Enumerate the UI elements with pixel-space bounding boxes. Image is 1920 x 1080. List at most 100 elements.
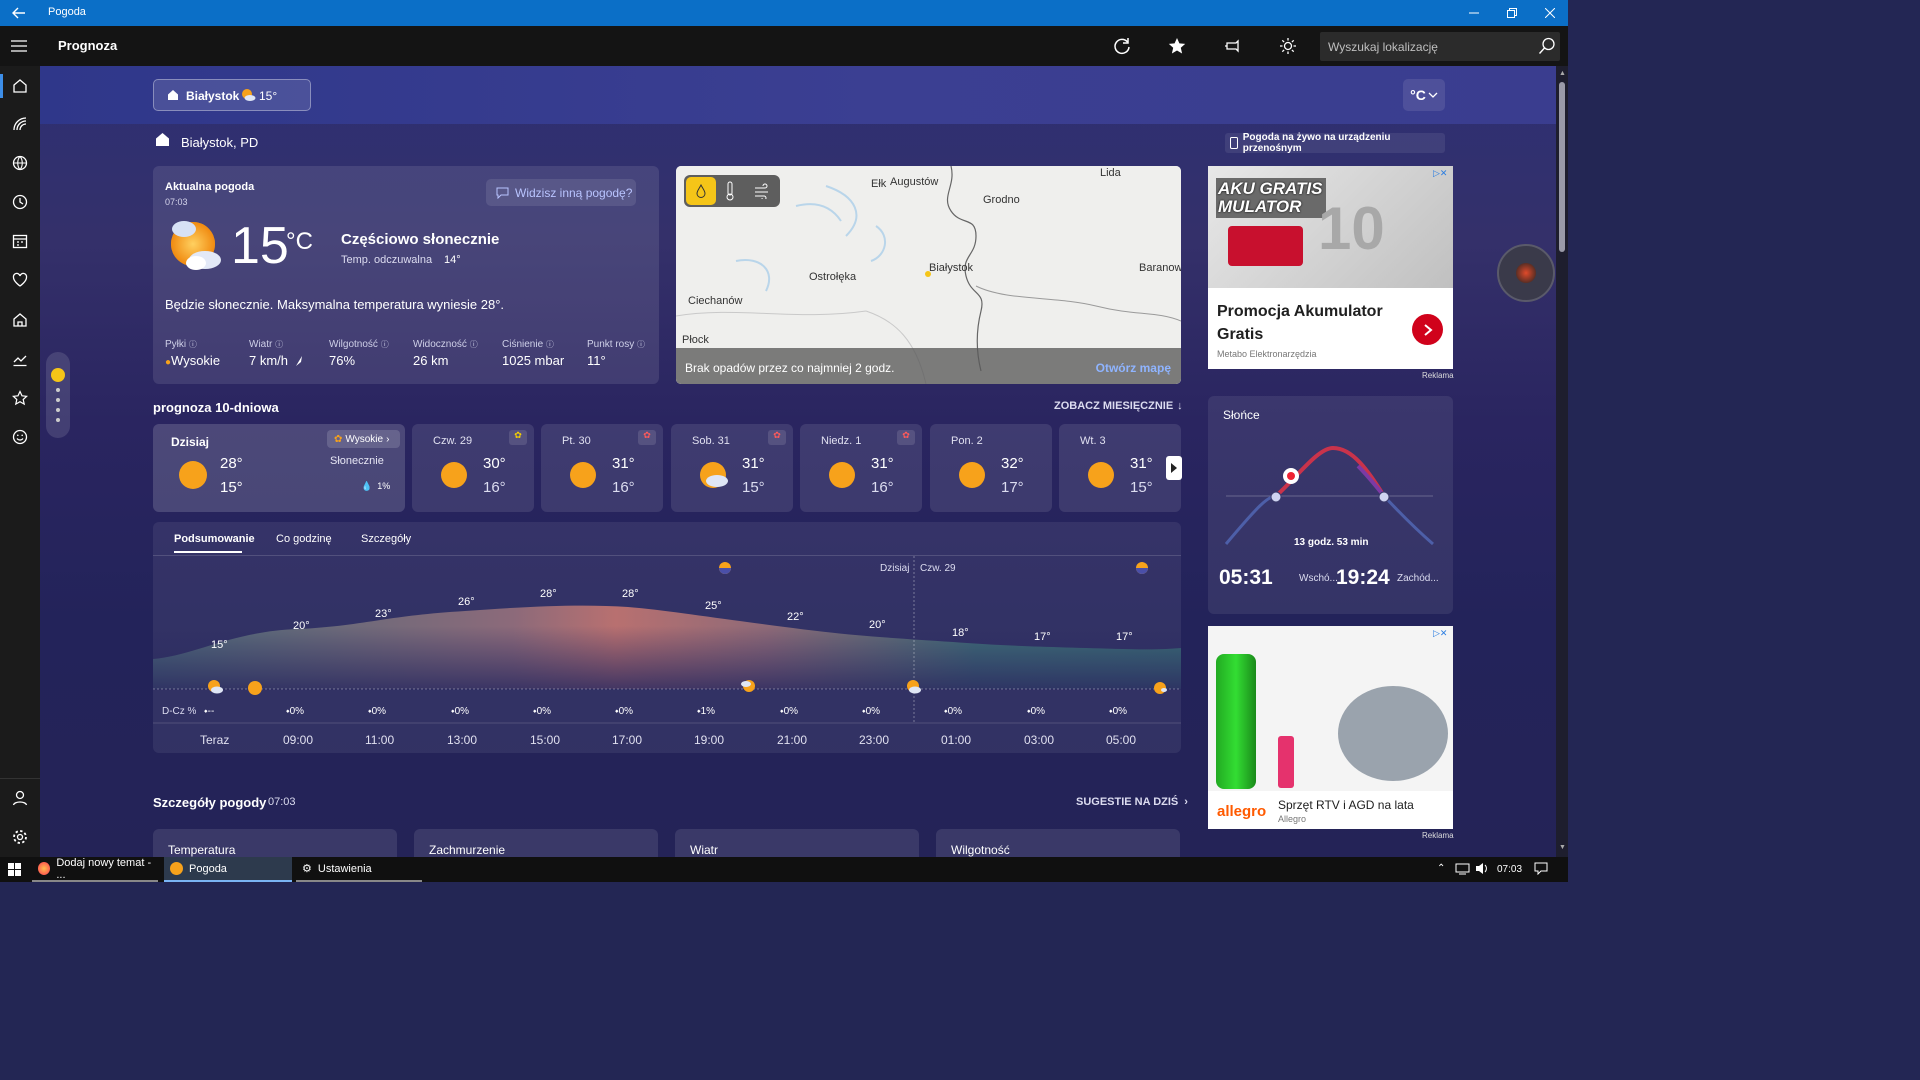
sunny-icon	[828, 461, 856, 489]
volume-icon[interactable]	[1475, 862, 1489, 875]
brightness-settings-icon[interactable]	[1276, 34, 1300, 58]
stat-pressure[interactable]: Ciśnienie ⓘ 1025 mbar	[502, 339, 564, 368]
hour-temp: 15°	[211, 639, 228, 651]
ad1-arrow-button[interactable]	[1412, 314, 1443, 345]
scrollbar-thumb[interactable]	[1559, 82, 1565, 252]
ad-choices-icon[interactable]: ▷✕	[1433, 628, 1451, 640]
chevron-right-icon	[1171, 463, 1177, 473]
section-scroll-nav[interactable]	[46, 352, 70, 438]
wind-layer-icon[interactable]	[754, 183, 770, 199]
health-icon[interactable]	[8, 268, 32, 292]
forecast-day-6[interactable]: Wt. 3 31° 15°	[1059, 424, 1181, 512]
temperature-layer-icon[interactable]	[724, 181, 736, 201]
location-chip[interactable]: Białystok 15°	[153, 79, 311, 111]
taskbar-item-firefox[interactable]: Dodaj nowy temat - ...	[32, 857, 158, 882]
hour-time: Teraz	[200, 733, 230, 747]
trends-chart-icon[interactable]	[8, 347, 32, 371]
map-label-grodno: Grodno	[983, 194, 1020, 206]
detail-card-wind[interactable]: Wiatr	[675, 829, 919, 857]
maps-radar-icon[interactable]	[8, 112, 32, 136]
tab-details[interactable]: Szczegóły	[361, 533, 411, 545]
restore-icon[interactable]	[1492, 0, 1532, 26]
pin-icon[interactable]	[1221, 34, 1245, 58]
hour-temp: 18°	[952, 627, 969, 639]
daylight-duration: 13 godz. 53 min	[1294, 537, 1369, 548]
forecast-day-1[interactable]: Czw. 29 ✿ 30° 16°	[412, 424, 534, 512]
pollen-low-icon: ✿	[509, 430, 527, 445]
tab-hourly[interactable]: Co godzinę	[276, 533, 332, 545]
pollen-badge[interactable]: ✿ Wysokie ›	[327, 430, 400, 448]
scroll-up-icon[interactable]: ▲	[1559, 70, 1566, 77]
day-high: 31°	[612, 455, 635, 472]
forecast-day-3[interactable]: Sob. 31 ✿ 31° 15°	[671, 424, 793, 512]
windows-start-icon[interactable]	[8, 863, 21, 876]
hour-time: 11:00	[365, 733, 395, 747]
back-arrow-icon[interactable]	[10, 4, 28, 22]
scroll-down-icon[interactable]: ▼	[1559, 844, 1566, 851]
map-card[interactable]: Ełk Augustów Lida Grodno Ostrołęka Biały…	[676, 166, 1181, 384]
floor-cleaner-image	[1338, 686, 1448, 781]
calendar-icon[interactable]	[8, 229, 32, 253]
suggestions-link[interactable]: SUGESTIE NA DZIŚ ›	[1076, 796, 1188, 808]
notifications-icon[interactable]	[1534, 862, 1548, 875]
taskbar-item-settings[interactable]: ⚙ Ustawienia	[296, 857, 422, 882]
stat-visibility-label: Widoczność	[413, 339, 467, 350]
unit-selector[interactable]: °C	[1403, 79, 1445, 111]
stat-pollen[interactable]: Pyłki ⓘ ●Wysokie	[165, 339, 220, 368]
forecast-day-2[interactable]: Pt. 30 ✿ 31° 16°	[541, 424, 663, 512]
sunrise-time: 05:31	[1219, 566, 1273, 589]
ad-card-metabo[interactable]: AKU GRATIS MULATOR 10 ▷✕ Promocja Akumul…	[1208, 166, 1453, 369]
taskbar-item-weather[interactable]: Pogoda	[164, 857, 292, 882]
stat-wind[interactable]: Wiatr ⓘ 7 km/h	[249, 339, 304, 368]
vertical-scrollbar[interactable]: ▲ ▼	[1556, 66, 1568, 857]
hour-time: 03:00	[1024, 733, 1055, 747]
stat-humidity[interactable]: Wilgotność ⓘ 76%	[329, 339, 389, 368]
ad-choices-icon[interactable]: ▷✕	[1433, 168, 1451, 180]
search-input[interactable]	[1320, 32, 1560, 61]
hour-temp: 20°	[869, 619, 886, 631]
feedback-smiley-icon[interactable]	[8, 425, 32, 449]
taskbar-clock[interactable]: 07:03	[1497, 864, 1522, 875]
live-mobile-link[interactable]: Pogoda na żywo na urządzeniu przenośnym	[1225, 132, 1445, 154]
detail-card-title: Wiatr	[690, 843, 718, 857]
stat-visibility[interactable]: Widoczność ⓘ 26 km	[413, 339, 478, 368]
search-icon[interactable]	[1538, 37, 1556, 55]
favorites-icon[interactable]	[8, 386, 32, 410]
day-label: Niedz. 1	[821, 435, 862, 447]
tray-chevron-icon[interactable]: ⌃	[1437, 863, 1445, 874]
taskbar: Dodaj nowy temat - ... Pogoda ⚙ Ustawieni…	[0, 857, 1568, 882]
window-title: Pogoda	[48, 6, 86, 18]
forecast-next-button[interactable]	[1166, 456, 1182, 480]
home-forecast-icon[interactable]	[8, 74, 32, 98]
hour-precip: ⬩0%	[615, 706, 634, 717]
favorite-star-icon[interactable]	[1165, 34, 1189, 58]
current-temperature-unit: °C	[286, 228, 313, 255]
sun-section-icon[interactable]	[51, 368, 65, 382]
history-clock-icon[interactable]	[8, 190, 32, 214]
detail-card-humidity[interactable]: Wilgotność	[936, 829, 1180, 857]
hamburger-menu-icon[interactable]	[7, 34, 31, 58]
stat-dew-point[interactable]: Punkt rosy ⓘ 11°	[587, 339, 645, 368]
account-icon[interactable]	[8, 786, 32, 810]
ad-image-metabo: AKU GRATIS MULATOR 10	[1208, 166, 1453, 288]
monthly-link[interactable]: ZOBACZ MIESIĘCZNIE ↓	[1054, 400, 1183, 412]
globe-icon[interactable]	[8, 151, 32, 175]
feedback-button[interactable]: Widzisz inną pogodę?	[486, 179, 636, 206]
refresh-icon[interactable]	[1110, 34, 1134, 58]
open-map-link[interactable]: Otwórz mapę	[1096, 361, 1171, 375]
forecast-day-today[interactable]: Dzisiaj ✿ Wysokie › 28° 15° Słonecznie 💧 1%	[153, 424, 405, 512]
forecast-day-4[interactable]: Niedz. 1 ✿ 31° 16°	[800, 424, 922, 512]
settings-gear-icon[interactable]	[8, 825, 32, 849]
precipitation-layer-icon[interactable]	[686, 177, 716, 205]
ad-card-allegro[interactable]: ▷✕ allegro Sprzęt RTV i AGD na lata Alle…	[1208, 626, 1453, 829]
tab-summary[interactable]: Podsumowanie	[174, 533, 255, 545]
assistant-bubble[interactable]	[1497, 244, 1555, 302]
detail-card-temperature[interactable]: Temperatura	[153, 829, 397, 857]
minimize-icon[interactable]	[1454, 0, 1494, 26]
close-icon[interactable]	[1530, 0, 1570, 26]
life-house-icon[interactable]	[8, 308, 32, 332]
detail-card-cloudiness[interactable]: Zachmurzenie	[414, 829, 658, 857]
network-icon[interactable]	[1455, 862, 1471, 875]
forecast-day-5[interactable]: Pon. 2 32° 17°	[930, 424, 1052, 512]
temperature-area-chart	[153, 556, 1181, 724]
